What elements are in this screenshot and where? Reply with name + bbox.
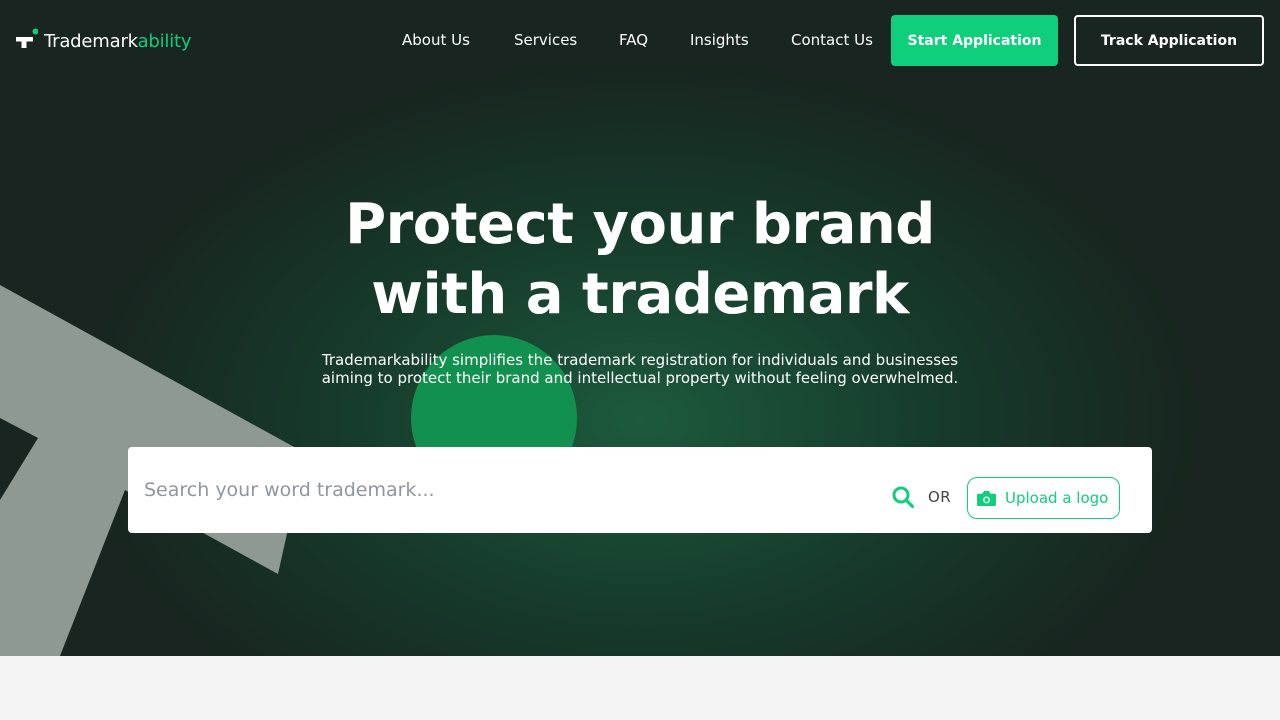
hero-title-line1: Protect your brand — [345, 192, 935, 257]
nav-services[interactable]: Services — [514, 30, 577, 50]
upload-logo-button[interactable]: Upload a logo — [967, 477, 1120, 519]
hero-subtitle-line1: Trademarkability simplifies the trademar… — [321, 351, 959, 369]
camera-icon — [977, 490, 996, 506]
start-application-button[interactable]: Start Application — [891, 15, 1058, 66]
hero-title: Protect your brand with a trademark — [240, 190, 1040, 330]
nav-insights[interactable]: Insights — [690, 30, 749, 50]
content-section — [0, 656, 1280, 720]
nav-contact-us[interactable]: Contact Us — [791, 30, 873, 50]
upload-logo-label: Upload a logo — [1005, 489, 1109, 507]
search-icon[interactable] — [891, 485, 915, 509]
hero-subtitle: Trademarkability simplifies the trademar… — [280, 351, 1000, 387]
or-separator: OR — [928, 488, 952, 506]
t-logo-icon — [16, 28, 38, 48]
hero-section: Trademarkability About Us Services FAQ I… — [0, 0, 1280, 656]
nav-about-us[interactable]: About Us — [402, 30, 470, 50]
brand-name: Trademarkability — [44, 30, 192, 52]
hero-subtitle-line2: aiming to protect their brand and intell… — [321, 369, 959, 387]
brand-logo[interactable]: Trademarkability — [16, 28, 192, 54]
nav-faq[interactable]: FAQ — [619, 30, 648, 50]
track-application-button[interactable]: Track Application — [1074, 15, 1264, 66]
hero-title-line2: with a trademark — [371, 262, 909, 327]
trademark-search-input[interactable] — [144, 470, 844, 510]
trademark-search-box: OR Upload a logo — [128, 447, 1152, 533]
